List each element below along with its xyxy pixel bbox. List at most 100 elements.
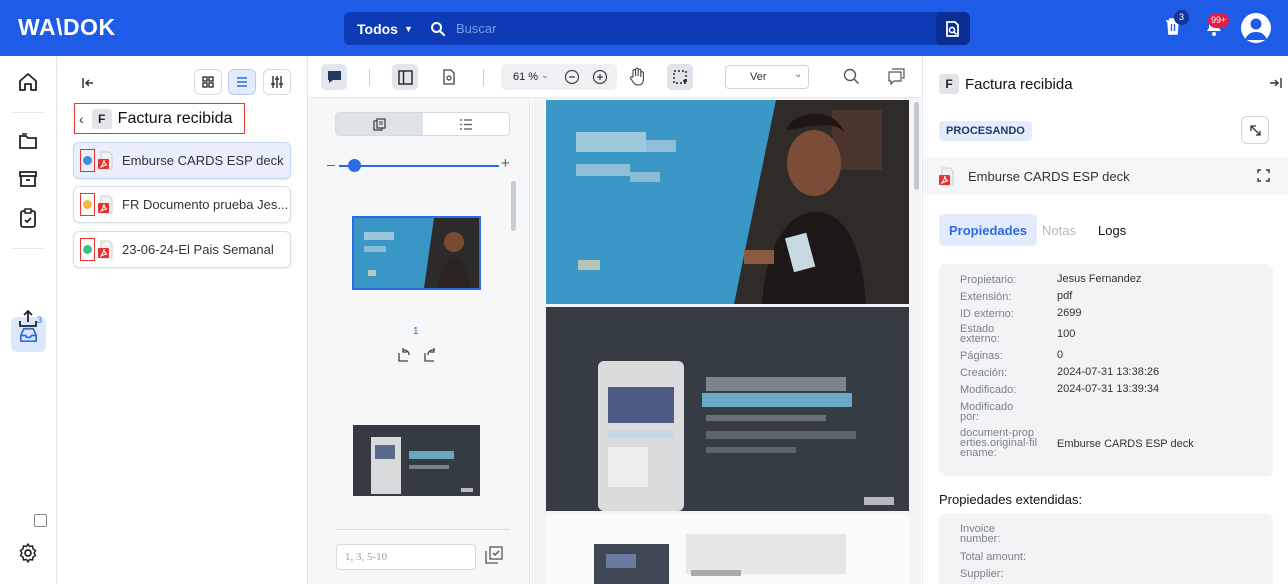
rotate-left-icon[interactable]	[395, 346, 412, 363]
folder-title: Factura recibida	[117, 109, 233, 127]
page-1-preview	[354, 218, 479, 288]
thumbnails-icon	[373, 117, 386, 131]
nav-divider	[12, 248, 44, 249]
selection-icon	[672, 69, 687, 84]
clipboard-check-icon[interactable]	[17, 207, 39, 229]
property-label: Propietario:	[960, 274, 1017, 286]
document-list-panel: ‹ F Factura recibida Emburse CARDS ESP d…	[57, 56, 308, 584]
status-badge: PROCESANDO	[939, 121, 1032, 141]
annotations-button[interactable]	[321, 64, 347, 90]
list-item[interactable]: Emburse CARDS ESP deck	[73, 142, 291, 179]
document-page	[546, 514, 909, 584]
select-pages-icon[interactable]	[485, 546, 503, 564]
folder-icon[interactable]	[17, 130, 39, 152]
folder-breadcrumb[interactable]: ‹ F Factura recibida	[74, 103, 245, 134]
zoom-in-plus[interactable]: +	[501, 155, 510, 172]
property-label: Supplier:	[960, 568, 1004, 580]
page-range-input[interactable]: 1, 3, 5-10	[336, 544, 476, 570]
thumbnail-size-slider[interactable]: – +	[327, 155, 513, 176]
search-input[interactable]: Buscar	[456, 21, 496, 36]
page-2-render	[546, 307, 909, 511]
collapse-panel-icon[interactable]	[81, 76, 95, 90]
archive-icon[interactable]	[17, 168, 39, 190]
trash-button[interactable]: 3	[1164, 10, 1189, 38]
thumbnail-scrollbar[interactable]	[511, 181, 516, 231]
advanced-search-button[interactable]	[936, 12, 970, 45]
chevron-down-icon: ▼	[403, 23, 413, 34]
search-scope-dropdown[interactable]: Todos ▼	[344, 12, 418, 45]
property-label: Modificado:	[960, 384, 1017, 396]
property-value: 2024-07-31 13:39:34	[1057, 383, 1160, 395]
view-mode-select[interactable]: Ver ⌄	[725, 65, 809, 89]
home-icon[interactable]	[17, 71, 39, 93]
zoom-out-minus[interactable]: –	[327, 156, 335, 172]
page-3-render	[546, 514, 909, 584]
toolbar-divider	[483, 69, 484, 86]
slider-handle[interactable]	[348, 159, 361, 172]
outline-tab[interactable]	[423, 113, 510, 135]
notifications-button[interactable]: 99+	[1205, 13, 1230, 39]
status-dot	[83, 200, 92, 209]
document-details-panel: F Factura recibida PROCESANDO Emburse CA…	[922, 56, 1288, 584]
search-scope-label: Todos	[357, 20, 398, 37]
rotate-right-icon[interactable]	[421, 346, 438, 363]
grid-icon	[202, 76, 214, 88]
pan-hand-icon[interactable]	[629, 67, 646, 86]
tab-properties[interactable]: Propiedades	[939, 214, 1038, 246]
chevron-left-icon[interactable]: ‹	[79, 111, 84, 127]
upload-icon[interactable]	[17, 307, 39, 329]
list-item[interactable]: FR Documento prueba Jes...	[73, 186, 291, 223]
document-page	[546, 307, 909, 511]
marquee-select-button[interactable]	[667, 64, 693, 90]
top-bar: WA\DOK Todos ▼ Buscar 3 99+	[0, 0, 1288, 56]
app-logo[interactable]: WA\DOK	[18, 14, 116, 41]
extended-properties-title: Propiedades extendidas:	[939, 492, 1083, 507]
filter-columns-button[interactable]	[263, 69, 291, 95]
list-view-button[interactable]	[228, 69, 256, 95]
property-label: Modificado por:	[960, 401, 1014, 423]
document-title: Emburse CARDS ESP deck	[122, 153, 284, 168]
tab-properties-label: Propiedades	[949, 222, 1028, 238]
selected-document-row[interactable]: Emburse CARDS ESP deck	[923, 157, 1288, 195]
page-thumbnail[interactable]	[352, 216, 481, 290]
list-item[interactable]: 23-06-24-El Pais Semanal	[73, 231, 291, 268]
details-header: F Factura recibida	[939, 74, 1073, 94]
status-indicator	[80, 193, 95, 216]
user-avatar[interactable]	[1241, 13, 1271, 43]
comments-panel-icon[interactable]	[888, 68, 905, 85]
folder-type-badge: F	[939, 74, 959, 94]
document-search-icon	[946, 20, 959, 37]
close-panel-icon[interactable]	[1269, 77, 1282, 89]
expand-icon[interactable]	[1257, 169, 1270, 182]
zoom-in-icon[interactable]	[592, 69, 608, 85]
thumbnail-mode-toggle	[335, 112, 510, 136]
grid-view-button[interactable]	[194, 69, 222, 95]
tab-logs-label: Logs	[1098, 222, 1127, 238]
page-thumbnail[interactable]	[353, 425, 480, 496]
zoom-level[interactable]: 61 %	[513, 71, 538, 83]
share-link-button[interactable]	[1241, 116, 1269, 144]
viewer-toolbar: 61 % ⌄ Ver ⌄	[309, 56, 921, 98]
page-1-render	[546, 100, 909, 304]
tab-logs[interactable]: Logs	[1088, 214, 1136, 246]
folder-type-badge: F	[91, 108, 112, 129]
outline-list-icon	[459, 118, 472, 130]
chevron-down-icon[interactable]: ⌄	[541, 70, 549, 81]
thumbnails-tab[interactable]	[336, 113, 423, 135]
user-icon	[1245, 18, 1267, 40]
document-viewer[interactable]	[531, 98, 921, 584]
document-title: 23-06-24-El Pais Semanal	[122, 242, 274, 257]
zoom-out-icon[interactable]	[564, 69, 580, 85]
sidebar-icon	[397, 69, 413, 85]
page-settings-icon[interactable]	[442, 69, 456, 85]
document-title: FR Documento prueba Jes...	[122, 197, 289, 212]
thumbnail-panel: – + 1 1, 3, 5-10	[309, 56, 530, 584]
nav-checkbox[interactable]	[34, 514, 47, 527]
search-icon[interactable]	[843, 68, 860, 85]
tab-notes[interactable]: Notas	[1032, 214, 1086, 246]
sidebar-toggle-button[interactable]	[392, 64, 418, 90]
sliders-icon	[271, 76, 283, 88]
viewer-scrollbar[interactable]	[914, 102, 919, 190]
status-dot	[83, 245, 92, 254]
settings-gear-icon[interactable]	[17, 542, 39, 564]
